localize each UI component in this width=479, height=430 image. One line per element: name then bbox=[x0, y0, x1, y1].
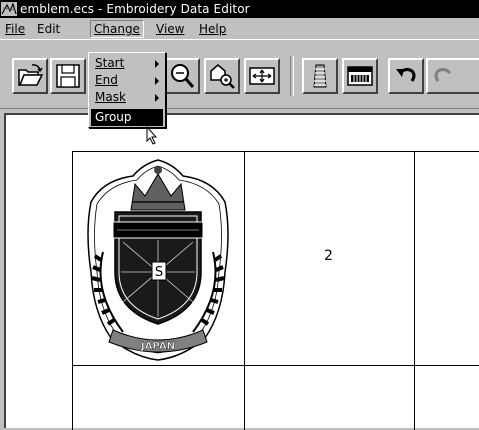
save-button[interactable] bbox=[50, 58, 86, 94]
menu-item-start-label: Start bbox=[95, 56, 125, 70]
grid-line bbox=[72, 365, 479, 366]
emblem-banner-text: JAPAN bbox=[140, 341, 175, 352]
zoom-out-button[interactable] bbox=[164, 58, 200, 94]
window-title: emblem.ecs - Embroidery Data Editor bbox=[20, 2, 250, 16]
zoom-area-button[interactable] bbox=[204, 58, 240, 94]
fit-to-window-icon bbox=[249, 67, 275, 85]
menu-change[interactable]: Change bbox=[90, 20, 144, 38]
embroidery-app-icon bbox=[1, 2, 17, 16]
save-icon bbox=[56, 64, 80, 88]
change-menu-dropdown: Start End Mask Group bbox=[88, 52, 166, 128]
menu-file-label: File bbox=[5, 22, 26, 36]
redo-button[interactable] bbox=[426, 58, 479, 94]
emblem-center-letter: S bbox=[155, 265, 163, 280]
thread-spool-icon bbox=[313, 64, 327, 88]
submenu-arrow-icon bbox=[155, 94, 159, 102]
zoom-in-area-icon bbox=[210, 64, 235, 89]
undo-button[interactable] bbox=[388, 58, 424, 94]
grid-cell-2[interactable]: 2 bbox=[245, 152, 414, 365]
menu-item-mask[interactable]: Mask bbox=[91, 89, 163, 106]
fit-window-button[interactable] bbox=[244, 58, 280, 94]
grid-line bbox=[414, 151, 415, 430]
design-canvas[interactable]: S JAPAN 2 bbox=[4, 113, 479, 430]
title-bar[interactable]: emblem.ecs - Embroidery Data Editor bbox=[0, 0, 479, 18]
color-bar-icon bbox=[347, 66, 373, 86]
zoom-out-icon bbox=[171, 64, 195, 88]
grid-cell-1[interactable]: S JAPAN bbox=[73, 152, 244, 365]
menu-help-label: Help bbox=[199, 22, 227, 36]
menu-change-label: Change bbox=[94, 22, 140, 36]
menu-item-group[interactable]: Group bbox=[91, 109, 163, 126]
mouse-cursor-icon bbox=[146, 126, 158, 145]
open-folder-icon bbox=[18, 64, 44, 86]
menu-edit-label: Edit bbox=[37, 22, 61, 36]
color-bar-button[interactable] bbox=[342, 58, 378, 94]
submenu-arrow-icon bbox=[155, 60, 159, 68]
menu-item-group-label: Group bbox=[95, 110, 132, 124]
toolbar-separator bbox=[290, 56, 294, 96]
menu-view[interactable]: View bbox=[153, 21, 187, 37]
menu-item-end[interactable]: End bbox=[91, 72, 163, 89]
emblem-design: S JAPAN bbox=[87, 159, 229, 361]
submenu-arrow-icon bbox=[155, 77, 159, 85]
menu-help[interactable]: Help bbox=[196, 21, 229, 37]
cell-number: 2 bbox=[324, 248, 333, 264]
menu-item-start[interactable]: Start bbox=[91, 55, 163, 72]
menu-bar: File Edit Change View Help bbox=[0, 18, 479, 39]
menu-file[interactable]: File bbox=[2, 21, 28, 37]
toolbar bbox=[0, 39, 479, 109]
menu-view-label: View bbox=[156, 22, 185, 36]
thread-button[interactable] bbox=[302, 58, 338, 94]
menu-item-mask-label: Mask bbox=[95, 90, 126, 104]
open-button[interactable] bbox=[12, 58, 48, 94]
menu-edit[interactable]: Edit bbox=[34, 21, 63, 37]
menu-item-end-label: End bbox=[95, 73, 118, 87]
redo-icon bbox=[434, 67, 452, 82]
undo-icon bbox=[396, 67, 416, 82]
